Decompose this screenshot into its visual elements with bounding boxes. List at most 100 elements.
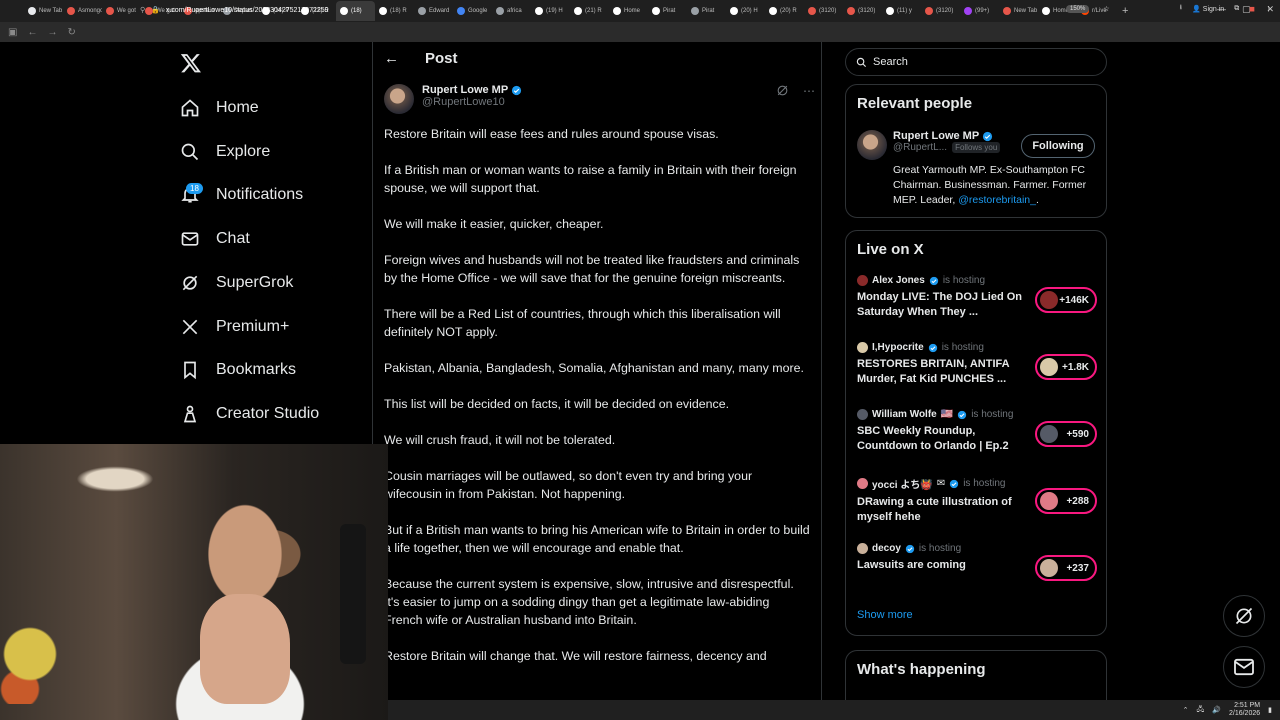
back-icon[interactable]: ← [27, 27, 37, 38]
host-name: William Wolfe [872, 409, 937, 420]
live-space-item[interactable]: decoy is hosting Lawsuits are coming +237 [857, 543, 1097, 581]
verified-badge-icon [928, 343, 937, 352]
listener-avatar [1040, 492, 1058, 510]
browser-toolbar-right: ☆ ⭳ 👤 Sign in ⧉ ◼ ⋮ [1103, 3, 1272, 14]
live-on-x-title: Live on X [857, 241, 924, 258]
forward-icon[interactable]: → [47, 27, 57, 38]
browser-tab[interactable]: Asmongold [63, 1, 102, 21]
site-info-icon[interactable]: ⚲ [140, 6, 145, 14]
browser-tab[interactable]: New Tab [24, 1, 63, 21]
nav-item-home[interactable]: Home [180, 93, 259, 123]
listener-count-pill[interactable]: +288 [1035, 488, 1097, 514]
browser-tab[interactable]: We got [102, 1, 141, 21]
live-host-row: William Wolfe 🇺🇸 is hosting [857, 409, 1097, 420]
listener-avatar [1040, 358, 1058, 376]
lock-icon: 🔒 [151, 7, 160, 14]
messages-floating-button[interactable] [1223, 646, 1265, 688]
nav-item-explore[interactable]: Explore [180, 137, 270, 167]
listener-count-pill[interactable]: +590 [1035, 421, 1097, 447]
url-text: x.com/RupertLowe10/status/20233042752170… [165, 6, 329, 14]
listener-count-pill[interactable]: +146K [1035, 287, 1097, 313]
download-icon[interactable]: ⭳ [1180, 3, 1182, 14]
reload-icon[interactable]: ↻ [67, 27, 75, 38]
listener-count: +590 [1066, 428, 1089, 440]
sidebar-toggle-icon[interactable]: ▣ [8, 27, 17, 38]
more-options-icon[interactable]: ⋯ [803, 84, 815, 98]
post-header: ← Post [384, 50, 458, 67]
tab-favicon-icon [28, 7, 36, 15]
live-space-item[interactable]: William Wolfe 🇺🇸 is hosting SBC Weekly Roun… [857, 409, 1097, 454]
os-taskbar: ⌃ 🖧 🔊 2:51 PM 2/16/2026 ▮ [388, 700, 1280, 720]
notification-count-badge: 18 [186, 183, 203, 194]
webcam-overlay [0, 444, 388, 720]
relevant-people-title: Relevant people [857, 95, 973, 112]
nav-item-bookmarks[interactable]: Bookmarks [180, 355, 296, 385]
post-paragraph: Cousin marriages will be outlawed, so do… [384, 469, 753, 501]
author-handle[interactable]: @RupertLowe10 [422, 96, 522, 108]
live-space-title: Lawsuits are coming [857, 559, 966, 571]
post-paragraph: This list will be decided on facts, it w… [384, 397, 730, 411]
x-icon [182, 319, 198, 335]
back-arrow-icon[interactable]: ← [384, 50, 399, 67]
lamp-glow [70, 464, 160, 494]
search-input[interactable]: Search [845, 48, 1107, 76]
url-field[interactable]: ⚲ 🔒 x.com/RupertLowe10/status/2023304275… [140, 3, 1110, 17]
grok-floating-button[interactable] [1223, 595, 1265, 637]
microphone [340, 524, 366, 664]
show-more-link[interactable]: Show more [857, 609, 913, 621]
profile-icon[interactable]: ◼ [1249, 5, 1255, 13]
hosting-status: is hosting [942, 275, 986, 286]
live-host-row: Alex Jones is hosting [857, 275, 1097, 286]
grok-icon[interactable] [776, 84, 789, 97]
author-avatar[interactable] [384, 84, 414, 114]
listener-count-pill[interactable]: +1.8K [1035, 354, 1097, 380]
verified-badge-icon [983, 131, 993, 141]
hosting-status: is hosting [963, 478, 1006, 489]
extensions-icon[interactable]: ⧉ [1234, 5, 1239, 13]
nav-item-label: SuperGrok [216, 274, 294, 291]
live-space-item[interactable]: I,Hypocrite is hosting RESTORES BRITAIN, A… [857, 342, 1097, 387]
verified-badge-icon [905, 544, 915, 553]
verified-badge-icon [512, 85, 522, 95]
nav-item-label: Notifications [216, 186, 304, 203]
listener-count: +288 [1066, 495, 1089, 507]
bio-link[interactable]: @restorebritain_ [958, 194, 1036, 206]
zoom-indicator[interactable]: 150% [1066, 5, 1090, 13]
tab-label: Asmongold [78, 8, 102, 14]
relevant-person-avatar[interactable] [857, 130, 887, 160]
search-icon [181, 143, 199, 161]
verified-badge-icon [929, 276, 938, 285]
host-name: yocci よち👹 [872, 480, 933, 491]
relevant-people-card: Relevant people Rupert Lowe MP @RupertL.… [845, 84, 1107, 218]
nav-item-label: Bookmarks [216, 361, 297, 378]
relevant-person-identity[interactable]: Rupert Lowe MP @RupertL... Follows you [893, 130, 1001, 153]
network-icon[interactable]: 🖧 [1196, 705, 1204, 716]
live-space-item[interactable]: yocci よち👹 ✉ is hosting DRawing a cute illus… [857, 476, 1097, 525]
star-icon[interactable]: ☆ [1103, 5, 1109, 13]
host-avatar [857, 409, 868, 420]
relevant-person-bio: Great Yarmouth MP. Ex-Southampton FC Cha… [893, 163, 1099, 208]
tab-favicon-icon [67, 7, 75, 15]
x-logo-icon[interactable] [180, 52, 202, 74]
nav-item-premium[interactable]: Premium+ [180, 312, 289, 342]
post-paragraph: Because the current system is expensive,… [384, 577, 794, 627]
volume-icon[interactable]: 🔊 [1212, 706, 1221, 714]
tray-chevron-icon[interactable]: ⌃ [1183, 706, 1189, 714]
post-author[interactable]: Rupert Lowe MP @RupertLowe10 [384, 84, 522, 114]
hosting-status: is hosting [971, 409, 1014, 420]
home-icon [181, 99, 199, 117]
system-clock[interactable]: 2:51 PM 2/16/2026 [1229, 702, 1260, 718]
post-actions: ⋯ [776, 84, 815, 98]
notifications-tray-icon[interactable]: ▮ [1268, 706, 1272, 714]
nav-item-supergrok[interactable]: SuperGrok [180, 268, 293, 298]
listener-count-pill[interactable]: +237 [1035, 555, 1097, 581]
sign-in-button[interactable]: 👤 Sign in [1192, 5, 1224, 13]
following-button[interactable]: Following [1021, 134, 1095, 158]
nav-item-chat[interactable]: Chat [180, 224, 250, 254]
nav-item-creator-studio[interactable]: Creator Studio [180, 399, 319, 429]
live-space-item[interactable]: Alex Jones is hosting Monday LIVE: The DOJ… [857, 275, 1097, 320]
author-name-row[interactable]: Rupert Lowe MP [422, 84, 522, 96]
nav-item-label: Chat [216, 230, 250, 247]
column-divider-right [821, 42, 822, 702]
menu-icon[interactable]: ⋮ [1265, 5, 1272, 13]
